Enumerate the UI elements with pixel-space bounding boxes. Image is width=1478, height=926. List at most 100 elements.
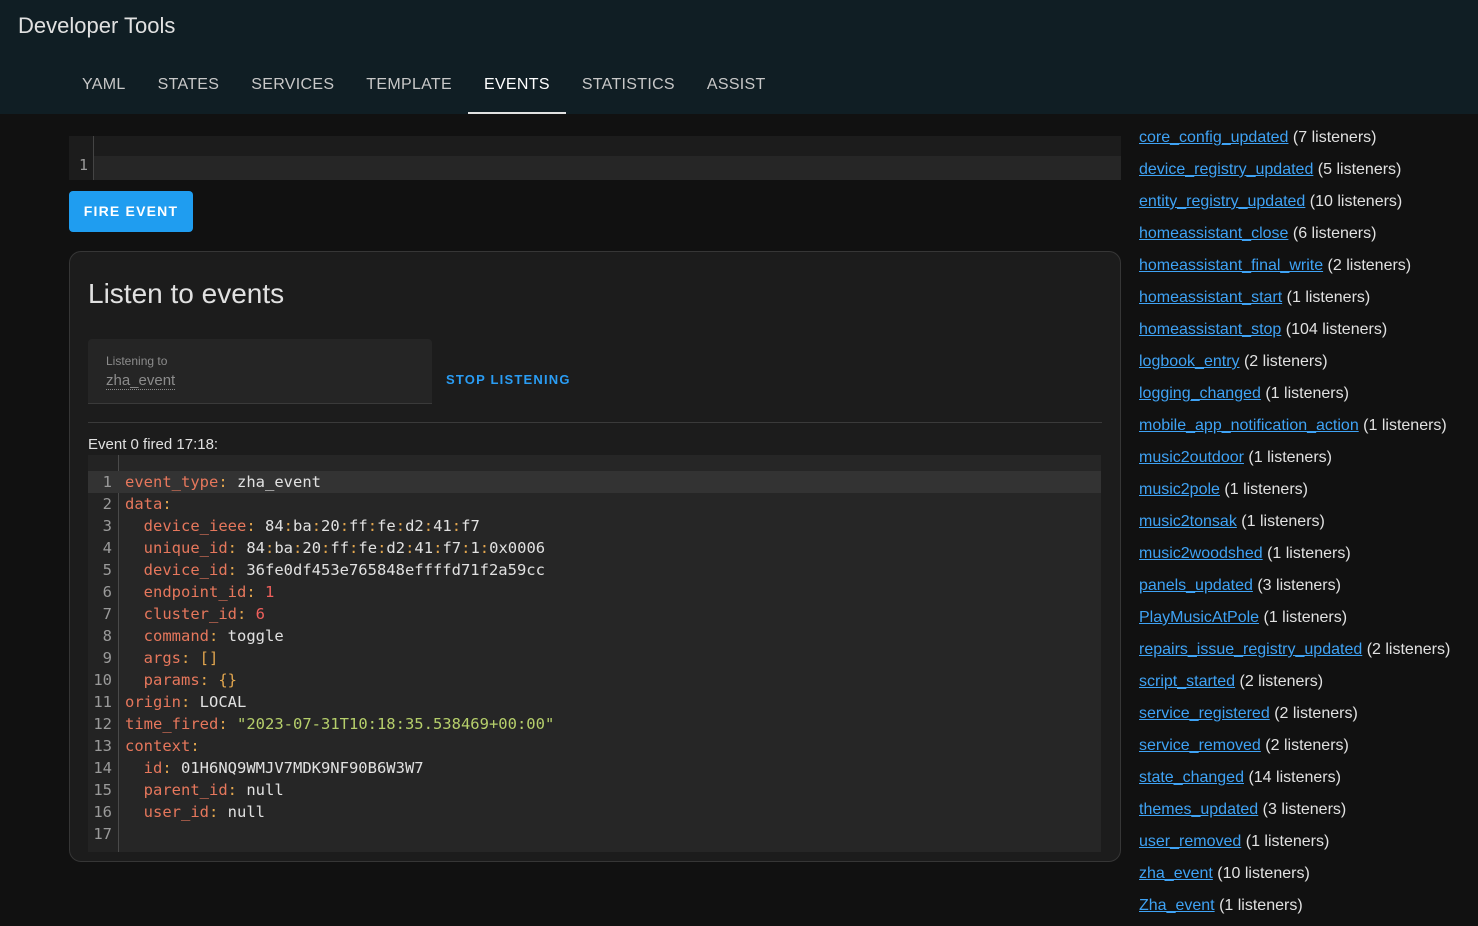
code-token: endpoint_id bbox=[125, 583, 247, 601]
code-line: 3 device_ieee: 84:ba:20:ff:fe:d2:41:f7 bbox=[88, 515, 1101, 537]
event-link[interactable]: state_changed bbox=[1139, 769, 1244, 786]
code-text: device_id: 36fe0df453e765848effffd71f2a5… bbox=[125, 559, 545, 581]
listener-count: (1 listeners) bbox=[1363, 417, 1447, 434]
event-link[interactable]: core_config_updated bbox=[1139, 129, 1288, 146]
listener-count: (10 listeners) bbox=[1309, 193, 1403, 210]
code-token: user_id bbox=[125, 803, 209, 821]
line-number: 7 bbox=[102, 605, 112, 623]
code-token: 20 bbox=[302, 539, 322, 557]
line-number: 1 bbox=[78, 156, 88, 174]
code-token: 84 bbox=[246, 539, 265, 557]
code-token: ba bbox=[293, 517, 312, 535]
event-yaml-viewer[interactable]: 1 event_type: zha_event 2 data: 3 device_iee… bbox=[88, 455, 1101, 852]
event-link[interactable]: user_removed bbox=[1139, 833, 1241, 850]
code-token: : bbox=[227, 781, 247, 799]
listen-event-field[interactable]: Listening to zha_event bbox=[88, 339, 432, 404]
event-link[interactable]: device_registry_updated bbox=[1139, 161, 1313, 178]
event-link[interactable]: Zha_event bbox=[1139, 897, 1215, 914]
event-link[interactable]: repairs_issue_registry_updated bbox=[1139, 641, 1362, 658]
line-number: 1 bbox=[102, 473, 112, 491]
line-number: 17 bbox=[93, 825, 112, 843]
line-number: 5 bbox=[102, 561, 112, 579]
event-link[interactable]: mobile_app_notification_action bbox=[1139, 417, 1359, 434]
code-token: : bbox=[199, 671, 219, 689]
event-link[interactable]: logging_changed bbox=[1139, 385, 1261, 402]
event-link[interactable]: service_removed bbox=[1139, 737, 1261, 754]
event-link[interactable]: homeassistant_start bbox=[1139, 289, 1282, 306]
event-link[interactable]: themes_updated bbox=[1139, 801, 1258, 818]
listener-count: (1 listeners) bbox=[1263, 609, 1348, 626]
code-token: LOCAL bbox=[199, 693, 247, 711]
event-data-editor[interactable]: 1 bbox=[69, 136, 1121, 180]
event-list-item: core_config_updated (7 listeners) bbox=[1139, 126, 1469, 158]
event-list-item: PlayMusicAtPole (1 listeners) bbox=[1139, 606, 1469, 638]
listen-field-label: Listening to bbox=[106, 354, 168, 368]
event-link[interactable]: homeassistant_final_write bbox=[1139, 257, 1323, 274]
listener-count: (2 listeners) bbox=[1265, 737, 1349, 754]
event-link[interactable]: music2tonsak bbox=[1139, 513, 1237, 530]
event-link[interactable]: music2outdoor bbox=[1139, 449, 1244, 466]
code-token: 36fe0df453e765848effffd71f2a59cc bbox=[246, 561, 545, 579]
code-token: : bbox=[218, 473, 237, 491]
tab-yaml[interactable]: YAML bbox=[66, 62, 142, 112]
code-token: : bbox=[451, 517, 462, 535]
line-number: 3 bbox=[102, 517, 112, 535]
code-token: : bbox=[236, 605, 256, 623]
code-token: params bbox=[125, 671, 200, 689]
fire-event-button[interactable]: FIRE EVENT bbox=[69, 191, 193, 232]
event-list-item: homeassistant_start (1 listeners) bbox=[1139, 286, 1469, 318]
code-line: 5 device_id: 36fe0df453e765848effffd71f2… bbox=[88, 559, 1101, 581]
event-link[interactable]: panels_updated bbox=[1139, 577, 1253, 594]
code-token: : bbox=[227, 561, 247, 579]
line-number: 11 bbox=[93, 693, 112, 711]
event-link[interactable]: music2pole bbox=[1139, 481, 1220, 498]
tab-statistics[interactable]: STATISTICS bbox=[566, 62, 691, 112]
event-list-item: zha_event (10 listeners) bbox=[1139, 862, 1469, 894]
event-link[interactable]: PlayMusicAtPole bbox=[1139, 609, 1259, 626]
tab-states[interactable]: STATES bbox=[142, 62, 236, 112]
code-text: cluster_id: 6 bbox=[125, 603, 265, 625]
listen-field-value[interactable]: zha_event bbox=[106, 372, 176, 390]
code-token: zha_event bbox=[237, 473, 321, 491]
event-link[interactable]: zha_event bbox=[1139, 865, 1213, 882]
tab-services[interactable]: SERVICES bbox=[235, 62, 350, 112]
line-number: 16 bbox=[93, 803, 112, 821]
stop-listening-button[interactable]: STOP LISTENING bbox=[446, 372, 571, 387]
tab-template[interactable]: TEMPLATE bbox=[350, 62, 468, 112]
event-link[interactable]: music2woodshed bbox=[1139, 545, 1263, 562]
code-token: : bbox=[349, 539, 359, 557]
listener-count: (3 listeners) bbox=[1262, 801, 1347, 818]
listener-count: (7 listeners) bbox=[1292, 129, 1377, 146]
line-number: 8 bbox=[102, 627, 112, 645]
active-line[interactable] bbox=[94, 156, 1121, 180]
event-link[interactable]: script_started bbox=[1139, 673, 1235, 690]
event-link[interactable]: service_registered bbox=[1139, 705, 1270, 722]
code-token: : bbox=[246, 583, 265, 601]
event-link[interactable]: homeassistant_close bbox=[1139, 225, 1288, 242]
tab-events[interactable]: EVENTS bbox=[467, 62, 566, 114]
event-list-item: music2tonsak (1 listeners) bbox=[1139, 510, 1469, 542]
code-token: : bbox=[395, 517, 406, 535]
code-text: command: toggle bbox=[125, 625, 284, 647]
code-token: : bbox=[181, 649, 200, 667]
event-list-item: user_removed (1 listeners) bbox=[1139, 830, 1469, 862]
event-list-item: state_changed (14 listeners) bbox=[1139, 766, 1469, 798]
event-list-item: Zha_event (1 listeners) bbox=[1139, 894, 1469, 926]
code-token: 1 bbox=[265, 583, 275, 601]
code-token: "2023-07-31T10:18:35.538469+00:00" bbox=[237, 715, 555, 733]
code-line: 11 origin: LOCAL bbox=[88, 691, 1101, 713]
event-list-item: service_registered (2 listeners) bbox=[1139, 702, 1469, 734]
code-line: 16 user_id: null bbox=[88, 801, 1101, 823]
listener-count: (1 listeners) bbox=[1241, 513, 1325, 530]
code-token: : bbox=[218, 715, 237, 733]
event-link[interactable]: logbook_entry bbox=[1139, 353, 1240, 370]
code-line: 6 endpoint_id: 1 bbox=[88, 581, 1101, 603]
line-number: 6 bbox=[102, 583, 112, 601]
event-link[interactable]: homeassistant_stop bbox=[1139, 321, 1281, 338]
event-link[interactable]: entity_registry_updated bbox=[1139, 193, 1305, 210]
event-list-item: repairs_issue_registry_updated (2 listen… bbox=[1139, 638, 1469, 670]
listener-count: (3 listeners) bbox=[1257, 577, 1341, 594]
tab-assist[interactable]: ASSIST bbox=[691, 62, 782, 112]
code-token: event_type bbox=[125, 473, 219, 491]
code-text: unique_id: 84:ba:20:ff:fe:d2:41:f7:1:0x0… bbox=[125, 537, 545, 559]
